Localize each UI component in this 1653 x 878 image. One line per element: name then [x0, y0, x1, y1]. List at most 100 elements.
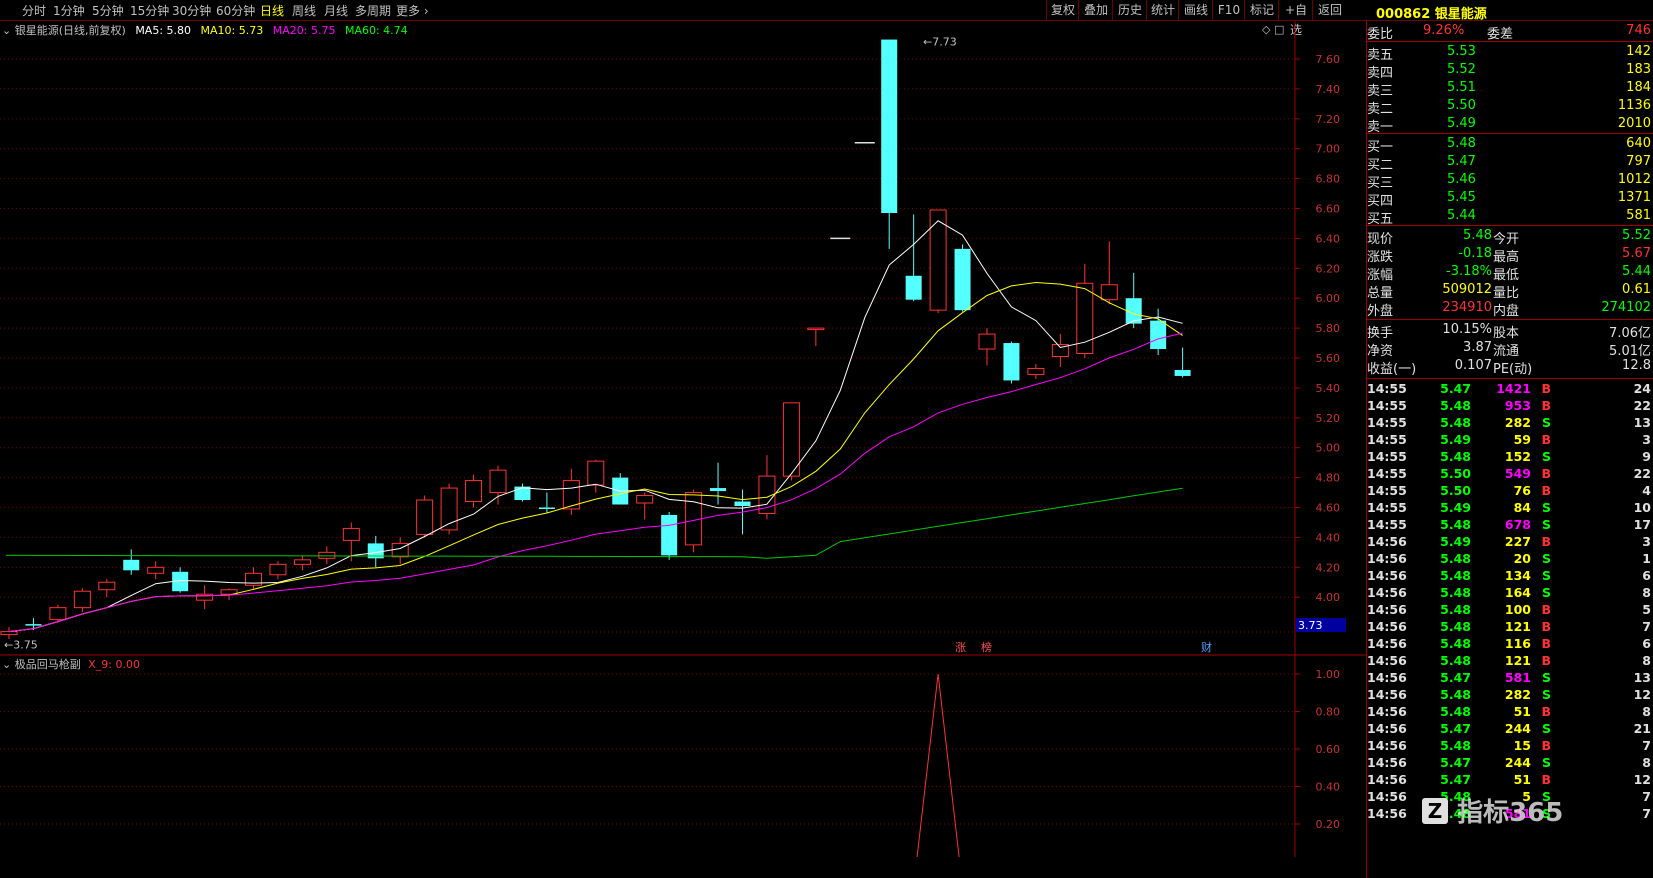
tick-volume: 164 — [1504, 585, 1531, 600]
tick-volume: 51 — [1513, 704, 1531, 719]
indicator-spike — [916, 673, 960, 858]
ask-row: 卖二 5.50 1136 — [1367, 98, 1653, 117]
tick-row: 14:56 5.49 227 B 3 — [1367, 534, 1653, 551]
quote-label-2: 内盘 — [1493, 304, 1520, 319]
tick-row: 14:55 5.48 953 B 22 — [1367, 398, 1653, 415]
period-2[interactable]: 5分钟 — [92, 2, 124, 19]
tick-row: 14:56 5.48 116 B 6 — [1367, 636, 1653, 653]
panel-separator — [1367, 319, 1653, 320]
quote-panel: 委比 9.26% 委差 746 卖五 5.53 142 卖四 5.52 183 卖三 5.51 184 卖… — [1366, 21, 1653, 878]
watermark-text: 指标365 — [1457, 798, 1564, 828]
tick-count: 17 — [1633, 517, 1651, 532]
tick-price: 5.48 — [1440, 449, 1471, 464]
bid-price: 5.47 — [1447, 154, 1476, 169]
tick-price: 5.47 — [1440, 670, 1471, 685]
candle-0 — [0, 631, 18, 636]
ask-price: 5.49 — [1447, 116, 1476, 131]
tick-volume: 20 — [1513, 551, 1531, 566]
tick-time: 14:56 — [1367, 755, 1407, 770]
ask-label: 卖四 — [1367, 66, 1394, 81]
toolbar-btn-8[interactable]: 返回 — [1312, 0, 1347, 20]
tick-side: S — [1541, 551, 1551, 566]
weibi-label: 委比 — [1367, 27, 1394, 42]
tick-price: 5.47 — [1440, 381, 1471, 396]
tick-row: 14:56 5.48 134 S 6 — [1367, 568, 1653, 585]
ask-price: 5.51 — [1447, 80, 1476, 95]
tick-count: 12 — [1633, 772, 1651, 787]
sub-legend-toggle-icon[interactable]: ⌄ — [2, 658, 11, 671]
tick-row: 14:55 5.50 549 B 22 — [1367, 466, 1653, 483]
period-3[interactable]: 15分钟 — [130, 2, 169, 19]
period-5[interactable]: 60分钟 — [216, 2, 255, 19]
toolbar-btn-5[interactable]: F10 — [1212, 0, 1245, 20]
toolbar-btn-2[interactable]: 历史 — [1112, 0, 1147, 20]
marker-zhang: 涨 — [955, 641, 966, 654]
legend-toggle-icon[interactable]: ⌄ — [2, 24, 11, 37]
tick-price: 5.48 — [1440, 653, 1471, 668]
period-6[interactable]: 日线 — [260, 2, 284, 19]
tick-volume: 51 — [1513, 772, 1531, 787]
tick-side: S — [1541, 517, 1551, 532]
tick-count: 6 — [1642, 636, 1651, 651]
period-toolbar: 分时 1分钟 5分钟 15分钟 30分钟 60分钟 日线 周线 月线 多周期 更多 › 复权 叠加 历史统… — [0, 0, 1653, 37]
kline-svg[interactable]: 7.60 7.40 7.20 7.00 6.80 6.60 6.40 6.20 6.00 5.80… — [0, 21, 1366, 878]
tick-side: B — [1541, 432, 1551, 447]
toolbar-btn-6[interactable]: 标记 — [1244, 0, 1279, 20]
tick-side: B — [1541, 466, 1551, 481]
period-4[interactable]: 30分钟 — [172, 2, 211, 19]
tick-count: 10 — [1633, 500, 1651, 515]
tick-price: 5.48 — [1440, 602, 1471, 617]
bid-row: 买三 5.46 1012 — [1367, 172, 1653, 191]
y-tick-label-13: 5.00 — [1316, 442, 1341, 455]
tick-volume: 76 — [1513, 483, 1531, 498]
tick-count: 3 — [1642, 432, 1651, 447]
tick-volume: 678 — [1504, 517, 1531, 532]
candle-40 — [978, 333, 996, 350]
period-10[interactable]: 更多 › — [396, 2, 429, 19]
toolbar-btn-3[interactable]: 统计 — [1146, 0, 1179, 20]
period-0[interactable]: 分时 — [22, 2, 46, 19]
tick-count: 6 — [1642, 568, 1651, 583]
toolbar-btn-7[interactable]: +自选 — [1278, 0, 1313, 37]
candle-22 — [538, 507, 555, 509]
quote-label-2: 今开 — [1493, 232, 1520, 247]
candle-26 — [636, 495, 654, 504]
watermark-logo-icon: Z — [1422, 797, 1448, 824]
y-tick-label-3: 7.00 — [1316, 143, 1341, 156]
toolbar-btn-4[interactable]: 画线 — [1178, 0, 1213, 20]
period-1[interactable]: 1分钟 — [53, 2, 85, 19]
legend-ma5: MA5: 5.80 — [135, 24, 192, 37]
tick-side: B — [1541, 483, 1551, 498]
period-7[interactable]: 周线 — [292, 2, 316, 19]
tick-count: 3 — [1642, 534, 1651, 549]
y-tick-label-12: 5.20 — [1316, 412, 1341, 425]
candle-32 — [782, 402, 800, 477]
tick-side: S — [1541, 568, 1551, 583]
expand-icons[interactable]: ◇ □ — [1262, 23, 1284, 36]
ask-volume: 2010 — [1617, 116, 1651, 131]
tick-price: 5.48 — [1440, 704, 1471, 719]
tick-side: B — [1541, 398, 1551, 413]
quote-value: 234910 — [1442, 300, 1492, 315]
chart-area[interactable]: 7.60 7.40 7.20 7.00 6.80 6.60 6.40 6.20 6.00 5.80… — [0, 21, 1366, 858]
y-tick-label-11: 5.40 — [1316, 382, 1341, 395]
tick-count: 1 — [1642, 551, 1651, 566]
tick-time: 14:56 — [1367, 636, 1407, 651]
tick-price: 5.48 — [1440, 619, 1471, 634]
legend-ma10: MA10: 5.73 — [200, 24, 264, 37]
tick-volume: 1421 — [1496, 381, 1531, 396]
period-9[interactable]: 多周期 — [355, 2, 391, 19]
candle-27 — [661, 514, 678, 556]
bid-label: 买四 — [1367, 194, 1394, 209]
tick-row: 14:56 5.47 244 S 8 — [1367, 755, 1653, 772]
toolbar-btn-0[interactable]: 复权 — [1046, 0, 1079, 20]
period-8[interactable]: 月线 — [324, 2, 348, 19]
tick-volume: 134 — [1504, 568, 1531, 583]
quote-value: 5.48 — [1463, 228, 1492, 243]
bid-volume: 797 — [1626, 154, 1651, 169]
toolbar-btn-1[interactable]: 叠加 — [1078, 0, 1113, 20]
candle-30 — [734, 501, 751, 507]
tick-count: 4 — [1642, 483, 1651, 498]
candle-14 — [342, 527, 360, 541]
ask-price: 5.52 — [1447, 62, 1476, 77]
